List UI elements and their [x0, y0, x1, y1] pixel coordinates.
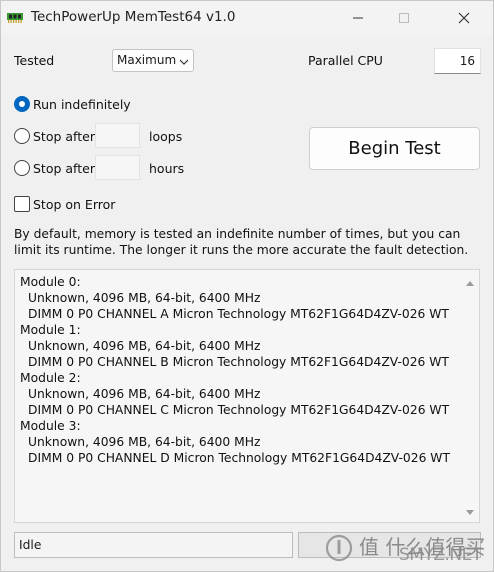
parallel-cpu-input[interactable]: 16	[434, 48, 481, 74]
log-line: DIMM 0 P0 CHANNEL C Micron Technology MT…	[28, 403, 450, 417]
minimize-icon	[353, 17, 363, 19]
description-text: By default, memory is tested an indefini…	[14, 227, 469, 257]
minimize-button[interactable]	[335, 1, 381, 35]
scroll-up-arrow-icon[interactable]	[465, 276, 475, 290]
log-line: DIMM 0 P0 CHANNEL A Micron Technology MT…	[28, 307, 449, 321]
tested-select[interactable]: Maximum	[112, 49, 194, 72]
watermark: 值 什么值得买 SMYZ.NET	[323, 529, 489, 569]
close-icon	[458, 12, 470, 24]
stop-after-loops-radio[interactable]	[14, 128, 30, 144]
memory-chip-icon	[7, 11, 23, 23]
window-title: TechPowerUp MemTest64 v1.0	[31, 9, 236, 25]
tested-label: Tested	[14, 53, 55, 68]
loops-input[interactable]	[95, 123, 140, 148]
watermark-logo-icon	[325, 531, 353, 565]
log-line: Module 2:	[20, 371, 81, 385]
maximize-button[interactable]	[381, 1, 427, 35]
log-line: Module 1:	[20, 323, 81, 337]
tested-select-value: Maximum	[117, 53, 177, 67]
chevron-down-icon	[179, 55, 189, 69]
stop-after-hours-radio[interactable]	[14, 160, 30, 176]
log-line: Unknown, 4096 MB, 64-bit, 6400 MHz	[28, 291, 261, 305]
stop-after-loops-label: Stop after	[33, 129, 95, 144]
maximize-icon	[399, 13, 409, 23]
hours-unit-label: hours	[149, 161, 185, 176]
watermark-url: SMYZ.NET	[399, 545, 482, 565]
run-indefinitely-label: Run indefinitely	[33, 97, 131, 112]
parallel-cpu-label: Parallel CPU	[308, 53, 383, 68]
stop-on-error-label: Stop on Error	[33, 197, 116, 212]
close-button[interactable]	[441, 1, 487, 35]
module-log[interactable]: Module 0: Unknown, 4096 MB, 64-bit, 6400…	[14, 269, 480, 523]
log-line: DIMM 0 P0 CHANNEL B Micron Technology MT…	[28, 355, 449, 369]
status-field: Idle	[14, 532, 293, 558]
log-line: Module 3:	[20, 419, 81, 433]
run-indefinitely-radio[interactable]	[14, 96, 30, 112]
app-window: TechPowerUp MemTest64 v1.0 Tested Maximu…	[0, 0, 494, 572]
scroll-down-arrow-icon[interactable]	[465, 506, 475, 520]
begin-test-button[interactable]: Begin Test	[309, 127, 480, 170]
log-scrollbar[interactable]	[462, 270, 479, 522]
log-line: Unknown, 4096 MB, 64-bit, 6400 MHz	[28, 339, 261, 353]
loops-unit-label: loops	[149, 129, 183, 144]
log-line: Unknown, 4096 MB, 64-bit, 6400 MHz	[28, 435, 261, 449]
title-bar[interactable]: TechPowerUp MemTest64 v1.0	[1, 1, 493, 35]
log-line: Unknown, 4096 MB, 64-bit, 6400 MHz	[28, 387, 261, 401]
log-line: Module 0:	[20, 275, 81, 289]
log-line: DIMM 0 P0 CHANNEL D Micron Technology MT…	[28, 451, 450, 465]
stop-on-error-checkbox[interactable]	[14, 196, 30, 212]
hours-input[interactable]	[95, 155, 140, 180]
stop-after-hours-label: Stop after	[33, 161, 95, 176]
